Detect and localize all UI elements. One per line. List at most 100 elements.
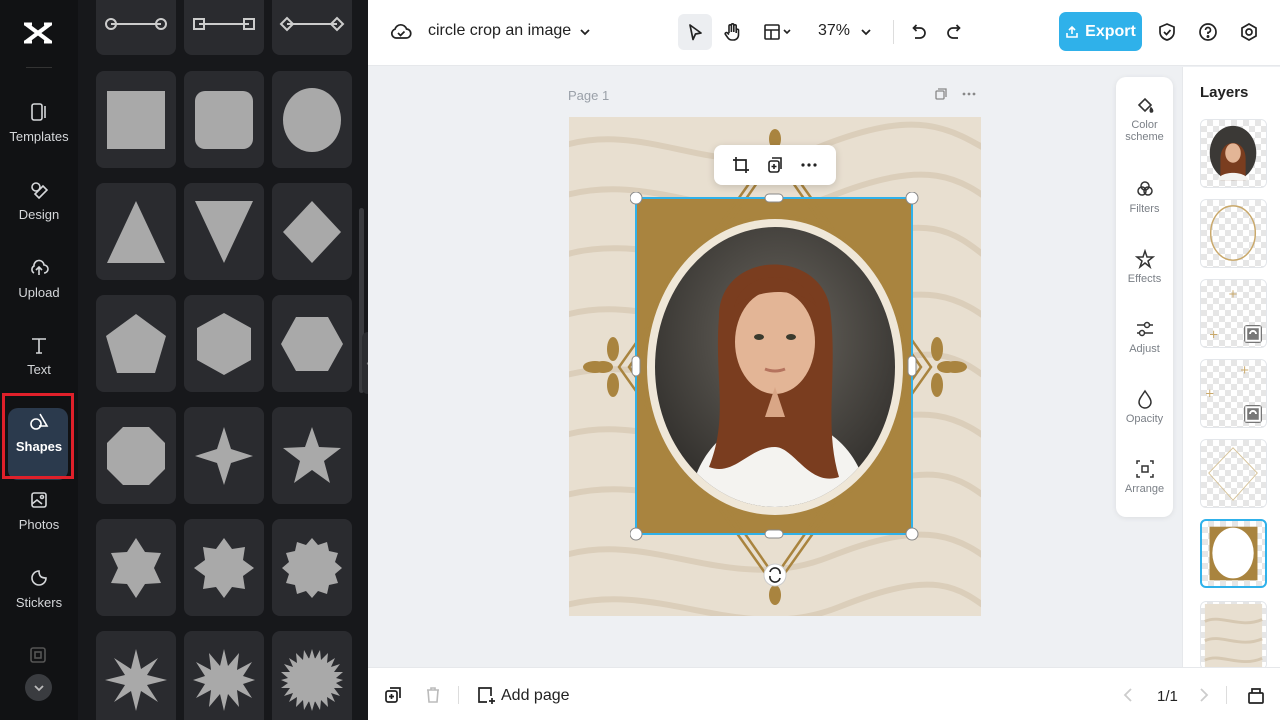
layer-diamond[interactable] <box>1200 439 1267 508</box>
shape-hexagon-horizontal[interactable] <box>272 295 352 392</box>
help-button[interactable] <box>1191 14 1225 50</box>
next-page-button[interactable] <box>1194 685 1214 705</box>
redo-icon <box>947 24 961 39</box>
prop-color-scheme[interactable]: Color scheme <box>1116 95 1173 143</box>
duplicate-page-icon[interactable] <box>934 87 948 101</box>
rail-item-upload[interactable]: Upload <box>0 258 78 328</box>
floating-toolbar <box>714 145 836 185</box>
project-title[interactable]: circle crop an image <box>428 22 571 40</box>
export-button[interactable]: Export <box>1059 12 1142 51</box>
shape-triangle[interactable] <box>96 183 176 280</box>
redo-button[interactable] <box>938 14 972 50</box>
circle-icon <box>283 87 341 152</box>
svg-text:+: + <box>1228 286 1238 300</box>
chevron-down-icon <box>861 29 871 36</box>
prop-filters[interactable]: Filters <box>1116 179 1173 215</box>
design-icon <box>31 182 49 200</box>
cloud-sync-icon[interactable] <box>390 21 412 43</box>
prev-page-button[interactable] <box>1118 685 1138 705</box>
square-icon <box>107 90 165 149</box>
twelve-point-star-icon <box>282 537 342 598</box>
rail-label: Upload <box>18 285 60 300</box>
shape-circle[interactable] <box>272 71 352 168</box>
duplicate-icon[interactable] <box>766 156 784 174</box>
photos-icon <box>31 492 47 508</box>
layer-portrait[interactable] <box>1200 119 1267 188</box>
shape-five-point-star[interactable] <box>272 407 352 504</box>
pages-view-button[interactable] <box>1246 685 1266 705</box>
layout-dropdown[interactable] <box>756 14 800 50</box>
layer-sand-background[interactable] <box>1200 601 1267 667</box>
starburst-24-icon <box>281 648 343 711</box>
more-options-icon[interactable] <box>962 87 976 101</box>
rail-item-design[interactable]: Design <box>0 180 78 250</box>
shape-diamond[interactable] <box>272 183 352 280</box>
prop-adjust[interactable]: Adjust <box>1116 319 1173 355</box>
layer-oval-ring[interactable] <box>1200 199 1267 268</box>
toolbar-divider <box>893 20 894 44</box>
shape-hexagon-vertical[interactable] <box>184 295 264 392</box>
shape-six-point-star[interactable] <box>96 519 176 616</box>
six-point-star-icon <box>111 537 161 598</box>
shape-four-point-star[interactable] <box>184 407 264 504</box>
layers-title: Layers <box>1200 84 1249 101</box>
chevron-down-icon[interactable] <box>578 25 592 39</box>
prop-label: Color scheme <box>1125 119 1164 143</box>
layer-sparkles[interactable]: + + <box>1200 279 1267 348</box>
expand-rail-button[interactable] <box>25 674 52 701</box>
starburst-12-icon <box>193 648 255 711</box>
capcut-logo-icon[interactable] <box>22 18 54 48</box>
shape-line-diamond-ends[interactable] <box>272 0 352 55</box>
duplicate-icon <box>385 687 401 703</box>
shape-starburst-8[interactable] <box>96 631 176 720</box>
four-point-star-icon <box>195 426 253 485</box>
zoom-level[interactable]: 37% <box>818 22 850 40</box>
prop-arrange[interactable]: Arrange <box>1116 459 1173 495</box>
replace-image-icon[interactable] <box>1244 405 1262 423</box>
adjust-icon <box>1136 321 1153 337</box>
shape-rounded-square[interactable] <box>184 71 264 168</box>
shape-pentagon[interactable] <box>96 295 176 392</box>
layer-gold-frame[interactable] <box>1200 519 1267 588</box>
bottom-bar: Add page 1/1 <box>368 667 1280 720</box>
hand-tool-button[interactable] <box>715 14 749 50</box>
prop-effects[interactable]: Effects <box>1116 249 1173 285</box>
undo-button[interactable] <box>901 14 935 50</box>
rail-item-photos[interactable]: Photos <box>0 490 78 560</box>
shape-twelve-point-star[interactable] <box>272 519 352 616</box>
security-button[interactable] <box>1150 14 1184 50</box>
layer-sparkles-2[interactable]: + + <box>1200 359 1267 428</box>
effects-icon <box>1134 249 1155 269</box>
selection-box[interactable] <box>630 192 922 542</box>
cursor-icon <box>689 24 702 41</box>
duplicate-page-button[interactable] <box>383 685 403 705</box>
add-page-button[interactable]: Add page <box>501 687 570 705</box>
add-page-icon[interactable] <box>476 685 496 705</box>
shield-check-icon <box>1159 23 1175 41</box>
prop-opacity[interactable]: Opacity <box>1116 389 1173 425</box>
line-square-ends-icon <box>193 17 255 30</box>
shape-starburst-12[interactable] <box>184 631 264 720</box>
shape-line-circle-ends[interactable] <box>96 0 176 55</box>
page-count: 1/1 <box>1157 688 1178 705</box>
starburst-8-icon <box>105 648 167 711</box>
rail-item-templates[interactable]: Templates <box>0 102 78 172</box>
left-rail: Templates Design Upload Text Shapes Phot… <box>0 0 78 720</box>
shape-eight-point-star[interactable] <box>184 519 264 616</box>
shape-octagon[interactable] <box>96 407 176 504</box>
rail-item-stickers[interactable]: Stickers <box>0 568 78 638</box>
replace-image-icon[interactable] <box>1244 325 1262 343</box>
shape-inverted-triangle[interactable] <box>184 183 264 280</box>
delete-page-button[interactable] <box>423 685 443 705</box>
shape-line-square-ends[interactable] <box>184 0 264 55</box>
more-tools-icon[interactable] <box>28 645 48 665</box>
select-tool-button[interactable] <box>678 14 712 50</box>
settings-button[interactable] <box>1232 14 1266 50</box>
shape-starburst-24[interactable] <box>272 631 352 720</box>
zoom-dropdown[interactable] <box>854 14 878 50</box>
more-options-icon[interactable] <box>800 156 818 174</box>
help-icon <box>1199 23 1217 41</box>
svg-text:+: + <box>1205 386 1215 400</box>
crop-icon[interactable] <box>732 156 750 174</box>
shape-square[interactable] <box>96 71 176 168</box>
